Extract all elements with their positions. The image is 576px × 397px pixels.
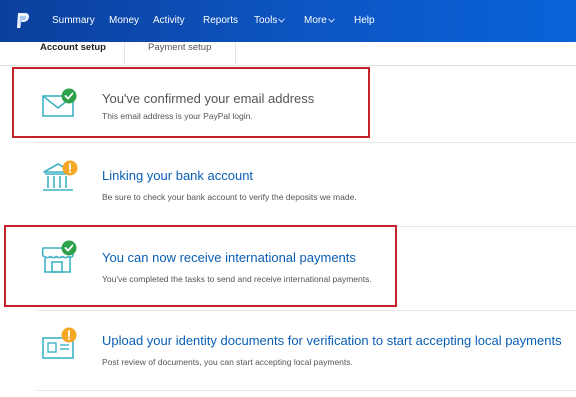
nav-tools[interactable]: Tools xyxy=(254,15,277,26)
highlight-box xyxy=(4,225,397,307)
highlight-box xyxy=(12,67,370,138)
tab-divider xyxy=(124,42,125,64)
tab-payment-setup[interactable]: Payment setup xyxy=(148,42,211,53)
row-divider xyxy=(36,142,576,143)
top-nav-bar: Summary Money Activity Reports Tools Mor… xyxy=(0,0,576,42)
nav-summary[interactable]: Summary xyxy=(52,15,95,26)
nav-money[interactable]: Money xyxy=(109,15,139,26)
step-title-link[interactable]: Upload your identity documents for verif… xyxy=(102,333,562,348)
id-card-icon xyxy=(42,327,77,359)
tools-chevron-down-icon[interactable] xyxy=(278,18,285,23)
step-description: Be sure to check your bank account to ve… xyxy=(102,192,357,202)
tab-divider xyxy=(235,42,236,64)
paypal-logo-icon[interactable] xyxy=(15,12,31,30)
bank-icon xyxy=(43,160,78,191)
nav-activity[interactable]: Activity xyxy=(153,15,185,26)
tab-account-setup[interactable]: Account setup xyxy=(40,42,106,53)
row-divider xyxy=(36,390,576,391)
more-chevron-down-icon[interactable] xyxy=(328,18,335,23)
nav-help[interactable]: Help xyxy=(354,15,375,26)
step-description: Post review of documents, you can start … xyxy=(102,357,353,367)
row-divider xyxy=(36,310,576,311)
setup-tabs: Account setup Payment setup xyxy=(0,42,576,66)
nav-more[interactable]: More xyxy=(304,15,327,26)
nav-reports[interactable]: Reports xyxy=(203,15,238,26)
step-title-link[interactable]: Linking your bank account xyxy=(102,168,253,183)
